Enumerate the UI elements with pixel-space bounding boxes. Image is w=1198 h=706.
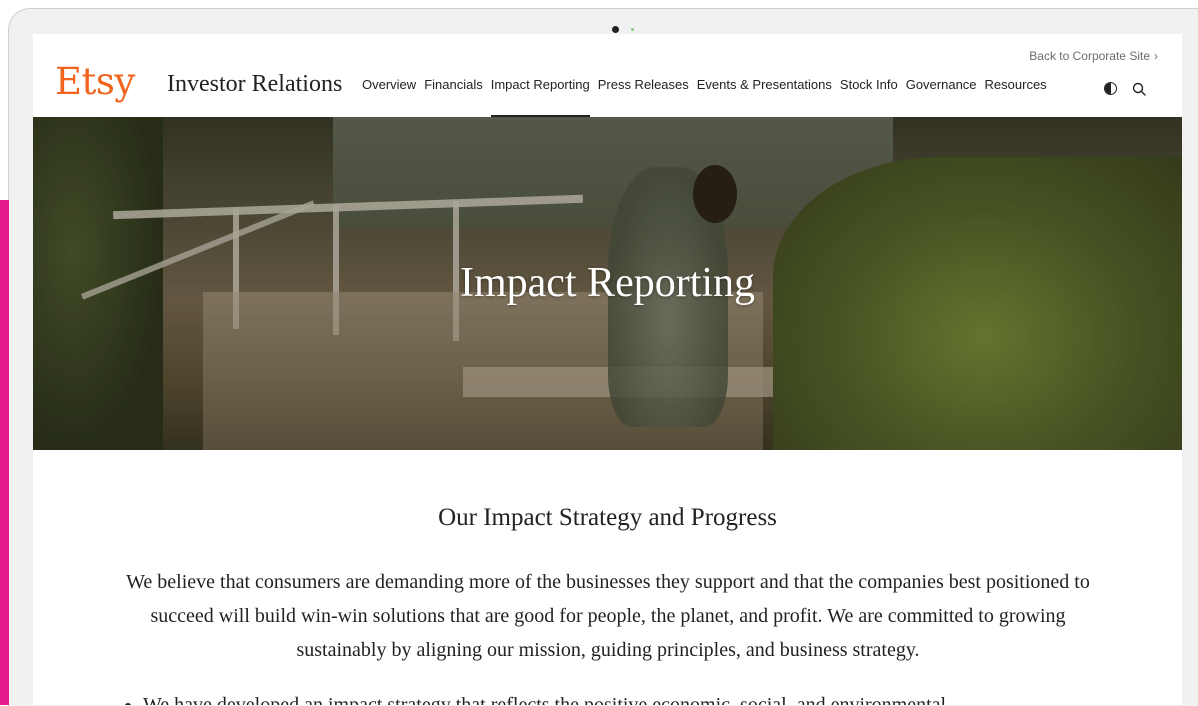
contrast-icon[interactable] [1104, 82, 1117, 95]
back-to-corporate-link[interactable]: Back to Corporate Site › [1029, 49, 1158, 63]
nav-stock-info[interactable]: Stock Info [836, 77, 902, 92]
section-heading: Our Impact Strategy and Progress [438, 504, 777, 531]
nav-resources[interactable]: Resources [981, 77, 1051, 92]
accent-bar [0, 200, 9, 705]
nav-press-releases[interactable]: Press Releases [594, 77, 693, 92]
hero-banner: Impact Reporting [33, 117, 1182, 450]
site-title[interactable]: Investor Relations [167, 71, 342, 98]
search-icon[interactable] [1132, 82, 1146, 96]
camera-indicator-light [631, 28, 634, 31]
nav-impact-reporting[interactable]: Impact Reporting [487, 77, 594, 117]
browser-viewport: Back to Corporate Site › Etsy Investor R… [33, 34, 1182, 705]
nav-events-presentations[interactable]: Events & Presentations [693, 77, 836, 92]
nav-financials[interactable]: Financials [420, 77, 487, 92]
impact-bullet-list: We have developed an impact strategy tha… [129, 688, 1133, 705]
nav-governance[interactable]: Governance [902, 77, 981, 92]
intro-paragraph: We believe that consumers are demanding … [126, 571, 1090, 661]
etsy-logo[interactable]: Etsy [55, 60, 135, 103]
hero-title: Impact Reporting [459, 260, 756, 306]
nav-overview[interactable]: Overview [358, 77, 420, 92]
camera-icon [612, 26, 619, 33]
chevron-right-icon: › [1154, 49, 1158, 63]
back-link-label[interactable]: Back to Corporate Site [1029, 49, 1150, 63]
list-item: We have developed an impact strategy tha… [143, 688, 1133, 705]
main-nav: Overview Financials Impact Reporting Pre… [358, 77, 1051, 117]
